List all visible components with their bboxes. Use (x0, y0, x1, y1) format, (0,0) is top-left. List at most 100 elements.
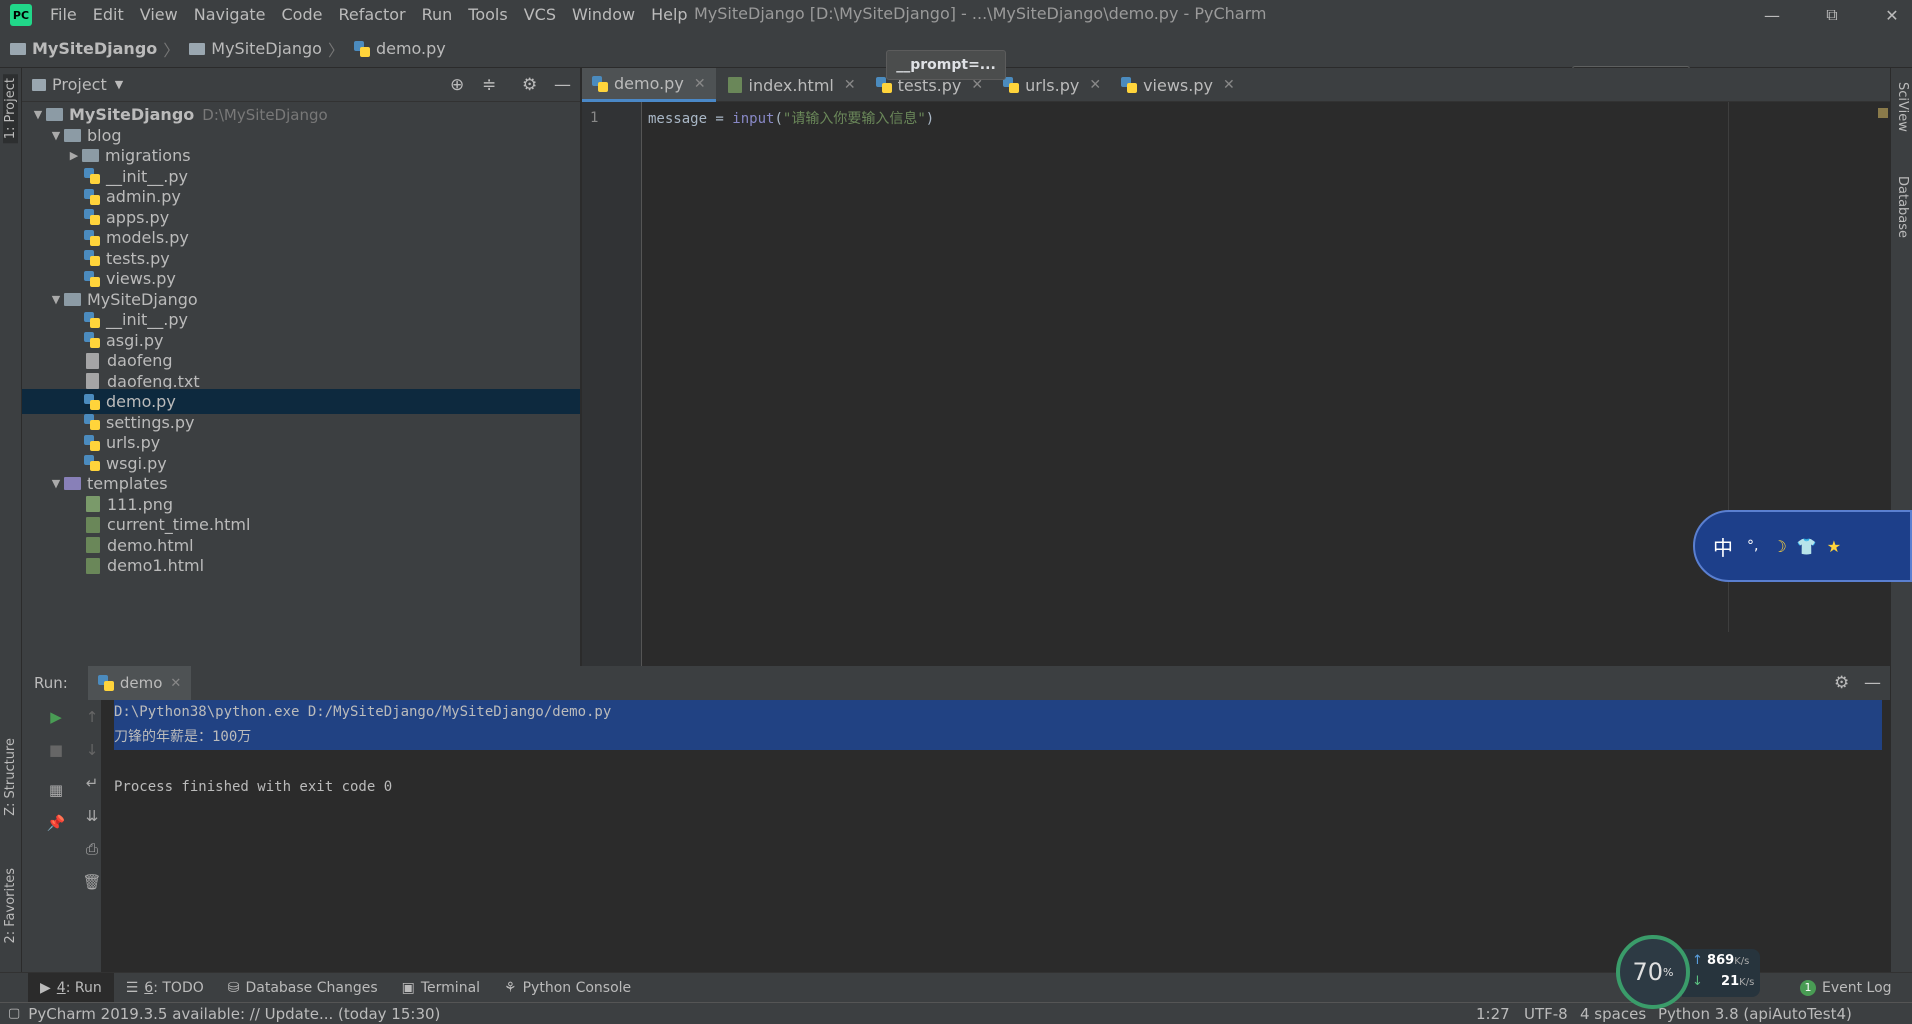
expanded-arrow-icon[interactable]: ▼ (48, 293, 64, 306)
layout-icon[interactable]: ▦ (44, 778, 68, 802)
breadcrumb-folder[interactable]: MySiteDjango 〉 (189, 37, 344, 61)
tree-item-label: daofeng.txt (107, 371, 200, 391)
close-tab-icon[interactable]: ✕ (844, 77, 856, 93)
menu-navigate[interactable]: Navigate (186, 0, 274, 30)
ime-toolbar[interactable]: 中 °, ☽ 👕 ★ (1693, 510, 1912, 582)
close-tab-icon[interactable]: ✕ (1223, 77, 1235, 93)
collapsed-arrow-icon[interactable]: ▶ (66, 149, 82, 162)
restore-icon[interactable]: ⧉ (1812, 0, 1852, 30)
menu-code[interactable]: Code (274, 0, 331, 30)
soft-wrap-icon[interactable]: ↵ (80, 771, 104, 795)
tree-item-label: MySiteDjango (87, 289, 198, 309)
code-paren-close: ) (925, 111, 935, 127)
menu-view[interactable]: View (132, 0, 186, 30)
text-file-icon (86, 373, 99, 389)
python-file-icon (84, 414, 100, 430)
close-tab-icon[interactable]: ✕ (694, 76, 706, 92)
inspection-indicator[interactable] (1878, 108, 1888, 118)
expanded-arrow-icon[interactable]: ▼ (30, 108, 46, 121)
tab-urls-py[interactable]: urls.py ✕ (993, 68, 1111, 102)
collapse-all-icon[interactable]: ≑ (482, 75, 496, 95)
tree-item-label: asgi.py (106, 330, 164, 350)
tree-item-label: wsgi.py (106, 453, 167, 473)
project-view-select[interactable]: Project (52, 75, 107, 94)
skin-icon[interactable]: 👕 (1797, 537, 1817, 556)
breadcrumb-file[interactable]: demo.py (353, 39, 446, 58)
update-notice[interactable]: PyCharm 2019.3.5 available: // Update...… (28, 1005, 440, 1023)
tab-views-py[interactable]: views.py ✕ (1111, 68, 1245, 102)
network-monitor-widget[interactable]: ↑ 869K/s ↓ 21K/s 70% (1616, 935, 1760, 1009)
pin-icon[interactable]: 📌 (44, 811, 68, 835)
print-icon[interactable]: ⎙ (80, 837, 104, 861)
menu-vcs[interactable]: VCS (516, 0, 564, 30)
database-tool-tab[interactable]: Database (1895, 176, 1910, 238)
menu-run[interactable]: Run (414, 0, 461, 30)
run-tab-demo[interactable]: demo ✕ (87, 666, 192, 700)
hide-icon[interactable]: — (1864, 673, 1881, 693)
tab-index-html[interactable]: index.html ✕ (716, 68, 866, 102)
scroll-to-end-icon[interactable]: ⇊ (80, 804, 104, 828)
tree-item-label: __init__.py (106, 166, 189, 186)
tree-item-label: urls.py (106, 433, 161, 452)
event-log-button[interactable]: 1 Event Log (1788, 973, 1904, 1003)
ime-language-indicator[interactable]: 中 (1713, 532, 1733, 561)
tab-terminal[interactable]: ▣ Terminal (390, 973, 492, 1003)
download-speed: 21 (1721, 974, 1740, 989)
sciview-tool-tab[interactable]: SciView (1895, 82, 1910, 132)
menu-edit[interactable]: Edit (85, 0, 132, 30)
window-icon[interactable]: ▢ (8, 1006, 20, 1021)
moon-icon[interactable]: ☽ (1772, 537, 1786, 556)
tab-python-console[interactable]: ⚘ Python Console (492, 973, 643, 1003)
python-file-icon (1003, 77, 1020, 93)
expanded-arrow-icon[interactable]: ▼ (48, 477, 64, 490)
menu-file[interactable]: File (42, 0, 85, 30)
structure-tool-tab[interactable]: Z: Structure (3, 738, 18, 816)
punctuation-icon[interactable]: °, (1747, 538, 1758, 554)
event-count-badge: 1 (1800, 979, 1816, 996)
file-encoding[interactable]: UTF-8 (1524, 1005, 1568, 1023)
menu-help[interactable]: Help (643, 0, 695, 30)
todo-icon: ☰ (125, 979, 139, 996)
trash-icon[interactable]: 🗑 (80, 870, 104, 894)
gear-icon[interactable]: ⚙ (1834, 673, 1849, 693)
expanded-arrow-icon[interactable]: ▼ (48, 129, 64, 142)
html-file-icon (727, 77, 742, 93)
python-icon: ⚘ (504, 979, 517, 996)
folder-icon (46, 108, 63, 121)
hide-icon[interactable]: — (554, 75, 571, 95)
close-icon[interactable]: ✕ (1872, 0, 1912, 30)
tree-item-label: MySiteDjango (69, 105, 195, 124)
tab-database-changes[interactable]: ⛁ Database Changes (216, 973, 390, 1003)
menu-window[interactable]: Window (564, 0, 643, 30)
network-speeds: ↑ 869K/s ↓ 21K/s (1682, 949, 1760, 997)
tree-item-label: apps.py (106, 207, 170, 227)
close-tab-icon[interactable]: ✕ (1089, 77, 1101, 93)
python-file-icon (84, 229, 100, 246)
gear-icon[interactable]: ⚙ (522, 75, 537, 95)
caret-position[interactable]: 1:27 (1476, 1005, 1510, 1023)
favorites-tool-tab[interactable]: 2: Favorites (3, 868, 18, 944)
breadcrumb-root[interactable]: MySiteDjango 〉 (10, 37, 179, 61)
console-output[interactable]: D:\Python38\python.exe D:/MySiteDjango/M… (114, 700, 1882, 800)
project-tool-tab[interactable]: 1: Project (3, 74, 18, 144)
tab-todo[interactable]: ☰ 6: TODO (114, 973, 216, 1003)
menu-bar: PC File Edit View Navigate Code Refactor Run To… (0, 0, 1912, 30)
run-panel: ▶ ↑ ■ ↓ ↵ ▦ ⇊ 📌 ⎙ 🗑 D:\Python38\python.e… (22, 700, 1890, 972)
rerun-icon[interactable]: ▶ (44, 705, 68, 729)
python-file-icon (84, 168, 100, 184)
chevron-down-icon[interactable]: ▼ (115, 78, 123, 91)
tab-run[interactable]: ▶ 4: Run (28, 972, 114, 1003)
close-icon[interactable]: ✕ (170, 676, 181, 691)
tree-file[interactable]: demo1.html (22, 553, 580, 578)
menu-tools[interactable]: Tools (460, 0, 515, 30)
minimize-icon[interactable]: — (1752, 0, 1792, 30)
code-line[interactable]: message = input("请输入你要输入信息") (648, 108, 934, 128)
editor-gutter: 1 (582, 102, 642, 666)
locate-icon[interactable]: ⊕ (450, 75, 464, 95)
scroll-down-icon[interactable]: ↓ (80, 738, 104, 762)
tab-demo-py[interactable]: demo.py ✕ (582, 68, 716, 102)
stop-icon[interactable]: ■ (44, 738, 68, 762)
code-string: "请输入你要输入信息" (782, 111, 926, 127)
menu-refactor[interactable]: Refactor (330, 0, 413, 30)
scroll-up-icon[interactable]: ↑ (80, 705, 104, 729)
